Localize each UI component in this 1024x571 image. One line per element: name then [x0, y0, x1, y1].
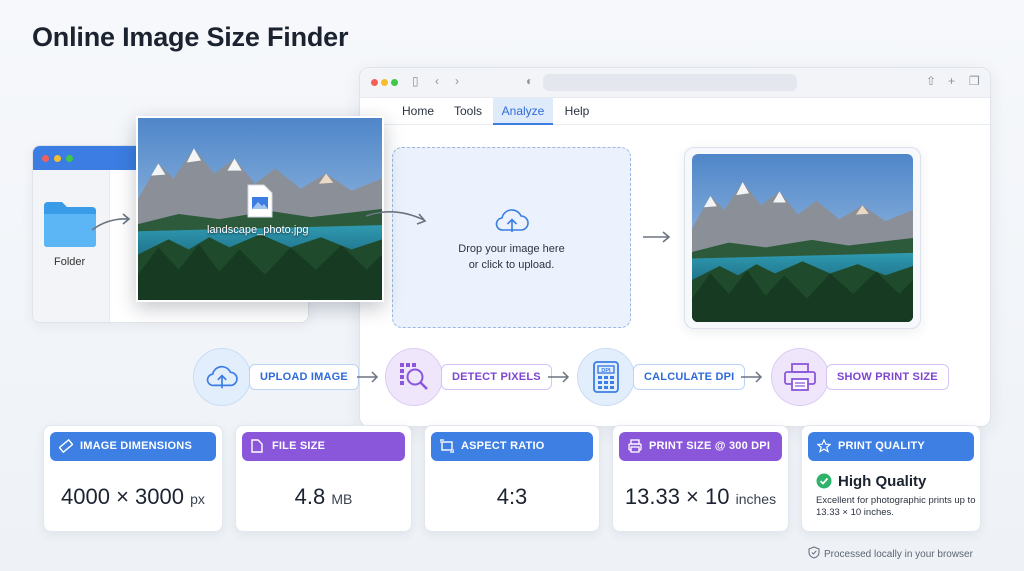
minimize-window-icon[interactable] — [381, 79, 388, 86]
card-header-file-size: FILE SIZE — [242, 432, 405, 461]
star-icon — [817, 439, 831, 453]
card-header-dimensions-label: IMAGE DIMENSIONS — [80, 440, 192, 452]
dimensions-unit: px — [190, 491, 205, 507]
card-header-quality: PRINT QUALITY — [808, 432, 974, 461]
nav-analyze[interactable]: Analyze — [493, 98, 553, 125]
card-header-quality-label: PRINT QUALITY — [838, 440, 925, 452]
close-window-icon[interactable] — [371, 79, 378, 86]
shield-check-icon — [808, 546, 820, 559]
folder-label: Folder — [54, 256, 86, 268]
svg-text:DPI: DPI — [601, 368, 611, 374]
step-detect-icon-circle — [385, 348, 443, 406]
share-icon[interactable]: ⇧ — [926, 74, 936, 88]
address-bar[interactable] — [543, 74, 797, 91]
nav-tools[interactable]: Tools — [445, 98, 491, 125]
card-header-file-size-label: FILE SIZE — [272, 440, 326, 452]
card-print-size: PRINT SIZE @ 300 DPI 13.33 × 10 inches — [612, 425, 789, 532]
file-size-value: 4.8 — [294, 484, 326, 509]
maximize-window-icon[interactable] — [391, 79, 398, 86]
file-size-unit: MB — [331, 491, 353, 507]
result-arrow-icon — [643, 231, 671, 243]
print-size-value: 13.33 × 10 — [624, 484, 730, 509]
calculator-icon: DPI — [593, 361, 619, 393]
cloud-upload-icon — [495, 209, 529, 232]
card-header-aspect: ASPECT RATIO — [431, 432, 593, 461]
nav-help[interactable]: Help — [555, 98, 599, 125]
step-upload-icon-circle — [193, 348, 251, 406]
drop-arrow-icon — [365, 211, 427, 225]
image-file-icon — [247, 184, 273, 218]
step-detect-label: DETECT PIXELS — [441, 364, 552, 390]
card-header-print-size: PRINT SIZE @ 300 DPI — [619, 432, 782, 461]
pixel-magnifier-icon — [400, 363, 428, 390]
card-image-dimensions: IMAGE DIMENSIONS 4000 × 3000 px — [43, 425, 223, 532]
browser-toolbar: ▯ ‹ › ◐ ⇧ + ❐ — [360, 68, 990, 98]
privacy-note: Processed locally in your browser — [808, 546, 973, 560]
dimensions-value-row: 4000 × 3000 px — [44, 484, 222, 510]
step-arrow-icon — [741, 371, 763, 383]
check-circle-icon — [816, 473, 832, 489]
card-header-print-size-label: PRINT SIZE @ 300 DPI — [649, 440, 771, 452]
card-print-quality: PRINT QUALITY High Quality Excellent for… — [801, 425, 981, 532]
dropzone-text-line1: Drop your image here — [458, 243, 565, 255]
aspect-frame-icon — [440, 439, 454, 453]
print-size-value-row: 13.33 × 10 inches — [613, 484, 788, 510]
document-icon — [251, 439, 263, 453]
page-title: Online Image Size Finder — [32, 22, 349, 52]
ruler-icon — [59, 439, 73, 453]
new-tab-icon[interactable]: + — [948, 74, 955, 88]
step-calculate-icon-circle: DPI — [577, 348, 635, 406]
forward-icon[interactable]: › — [455, 74, 459, 88]
dropzone-text-line2: or click to upload. — [468, 259, 555, 271]
sidebar-icon[interactable]: ▯ — [412, 74, 419, 88]
result-photo-preview — [692, 154, 913, 322]
step-print-icon-circle — [771, 348, 829, 406]
aspect-value: 4:3 — [496, 484, 528, 509]
card-file-size: FILE SIZE 4.8 MB — [235, 425, 412, 532]
file-name: landscape_photo.jpg — [207, 224, 309, 236]
printer-icon — [784, 363, 816, 391]
quality-title: High Quality — [838, 473, 927, 490]
tabs-overview-icon[interactable]: ❐ — [969, 74, 980, 88]
print-size-unit: inches — [735, 491, 777, 507]
drag-arrow-icon — [91, 213, 131, 231]
site-nav: Home Tools Analyze Help — [360, 98, 990, 125]
cloud-upload-icon — [206, 365, 238, 389]
dimensions-value: 4000 × 3000 — [61, 484, 185, 509]
shield-icon: ◐ — [526, 74, 534, 88]
card-header-dimensions: IMAGE DIMENSIONS — [50, 432, 216, 461]
upload-dropzone[interactable]: Drop your image here or click to upload. — [392, 147, 631, 328]
step-calculate-label: CALCULATE DPI — [633, 364, 746, 390]
printer-icon — [628, 439, 642, 453]
step-print-label: SHOW PRINT SIZE — [826, 364, 949, 390]
quality-description: Excellent for photographic prints up to … — [816, 495, 976, 518]
file-size-value-row: 4.8 MB — [236, 484, 411, 510]
step-arrow-icon — [548, 371, 570, 383]
card-header-aspect-label: ASPECT RATIO — [461, 440, 545, 452]
step-arrow-icon — [357, 371, 379, 383]
nav-home[interactable]: Home — [393, 98, 443, 125]
card-aspect-ratio: ASPECT RATIO 4:3 — [424, 425, 600, 532]
back-icon[interactable]: ‹ — [435, 74, 439, 88]
privacy-note-text: Processed locally in your browser — [824, 549, 973, 560]
step-upload-label: UPLOAD IMAGE — [249, 364, 359, 390]
